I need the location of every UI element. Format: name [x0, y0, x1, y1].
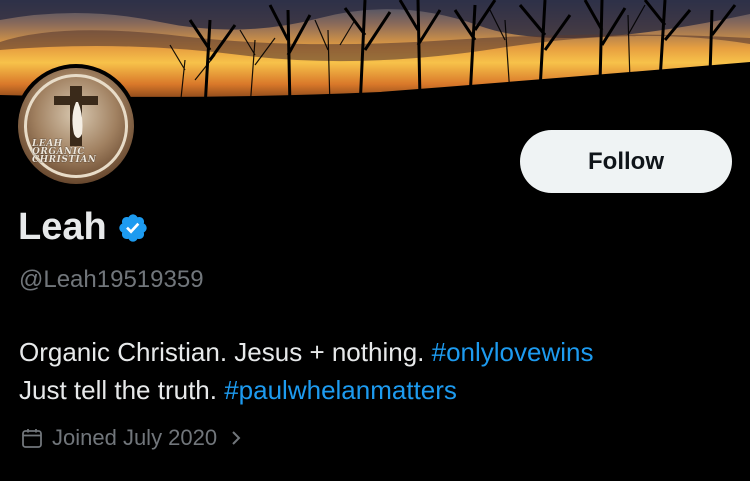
display-name: Leah — [18, 206, 107, 248]
logo-line-3: CHRISTIAN — [32, 155, 97, 165]
avatar-image: LEAH ORGANIC CHRISTIAN — [18, 68, 134, 184]
bio-line-1: Organic Christian. Jesus + nothing. #onl… — [19, 333, 593, 371]
joined-date-text: Joined July 2020 — [52, 425, 218, 450]
follow-button[interactable]: Follow — [520, 130, 732, 193]
cross-icon — [54, 86, 98, 146]
avatar[interactable]: LEAH ORGANIC CHRISTIAN — [14, 64, 138, 188]
avatar-logo-text: LEAH ORGANIC CHRISTIAN — [32, 140, 128, 165]
hashtag-link-paulwhelanmatters[interactable]: #paulwhelanmatters — [224, 375, 457, 405]
chevron-right-icon — [232, 431, 241, 445]
hashtag-link-onlylovewins[interactable]: #onlylovewins — [432, 337, 594, 367]
bio-line-2: Just tell the truth. #paulwhelanmatters — [19, 371, 593, 409]
bio-line-2-text: Just tell the truth. — [19, 375, 217, 405]
bio-line-1-text: Organic Christian. Jesus + nothing. — [19, 337, 425, 367]
bio: Organic Christian. Jesus + nothing. #onl… — [19, 333, 593, 409]
calendar-icon — [22, 429, 42, 448]
joined-date-row[interactable]: Joined July 2020 — [20, 425, 243, 451]
verified-badge-icon[interactable] — [117, 212, 149, 244]
user-handle: @Leah19519359 — [19, 266, 204, 293]
name-row: Leah — [18, 206, 149, 249]
